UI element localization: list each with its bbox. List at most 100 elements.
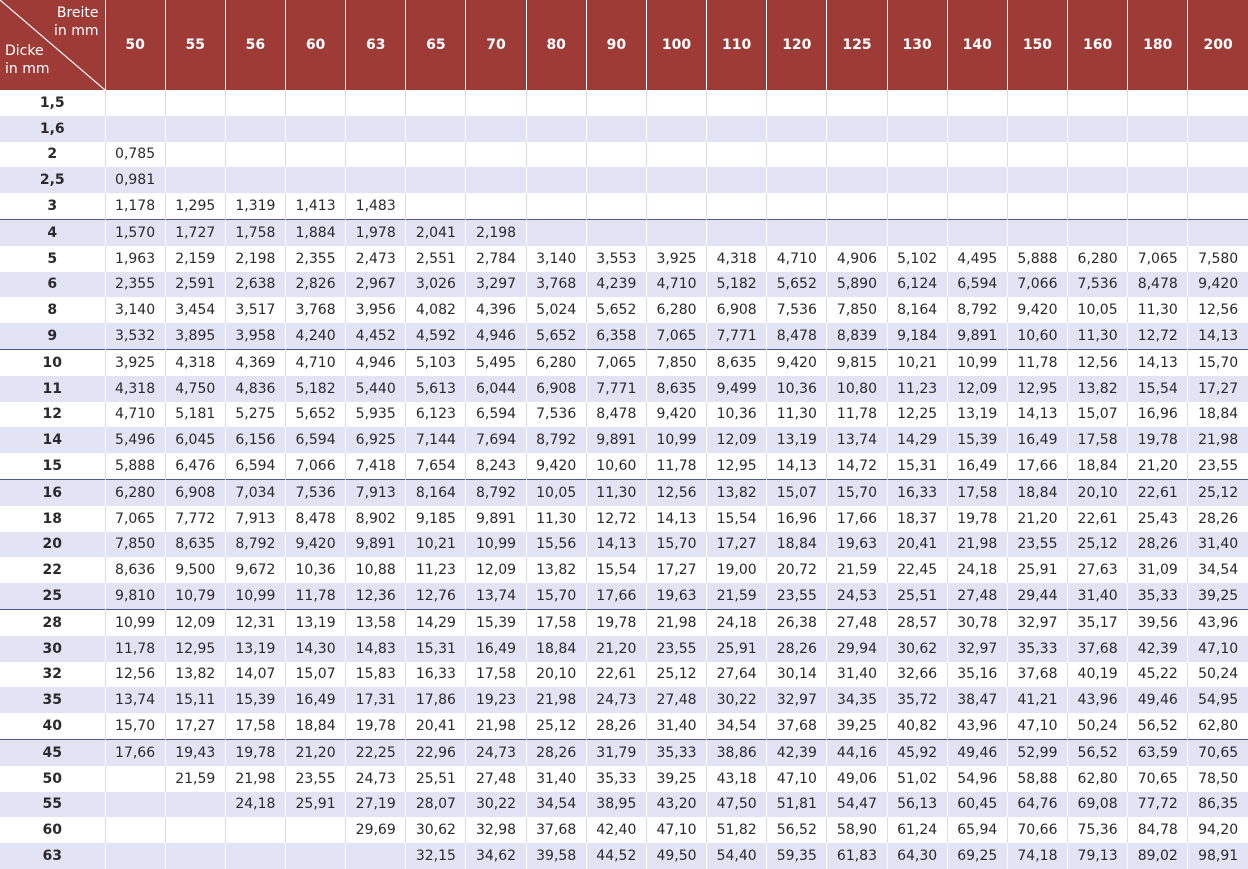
weight-cell: 1,884 — [284, 218, 346, 246]
weight-cell — [645, 218, 707, 246]
weight-cell: 69,25 — [946, 843, 1008, 869]
weight-cell: 44,52 — [585, 843, 647, 869]
weight-cell: 3,140 — [104, 297, 166, 324]
weight-cell: 7,065 — [645, 323, 707, 350]
table-row: 2 0,785 — [0, 141, 1248, 168]
weight-cell: 1,727 — [164, 218, 226, 246]
weight-cell — [405, 115, 466, 142]
weight-cell — [224, 115, 286, 142]
weight-cell: 10,36 — [766, 375, 827, 402]
weight-cell: 18,84 — [525, 635, 587, 662]
weight-cell: 21,59 — [826, 557, 888, 584]
weight-cell: 8,635 — [164, 531, 226, 558]
weight-cell: 6,044 — [465, 375, 527, 402]
column-header-width: 130 — [886, 0, 948, 90]
weight-cell — [525, 193, 587, 220]
weight-cell — [946, 167, 1008, 194]
weight-cell: 6,280 — [645, 297, 707, 324]
weight-cell: 45,22 — [1127, 661, 1188, 688]
weight-cell: 17,58 — [465, 661, 527, 688]
weight-cell: 39,25 — [645, 765, 707, 792]
weight-cell: 7,913 — [224, 505, 286, 532]
weight-cell: 6,908 — [164, 478, 226, 506]
weight-cell: 78,50 — [1187, 765, 1248, 792]
weight-cell: 12,56 — [645, 478, 707, 506]
weight-cell — [405, 193, 466, 220]
weight-cell: 11,30 — [1067, 323, 1128, 350]
weight-cell: 14,13 — [1187, 323, 1248, 350]
weight-cell: 12,09 — [946, 375, 1008, 402]
weight-cell — [886, 90, 948, 116]
weight-cell: 86,35 — [1187, 791, 1248, 818]
weight-cell — [886, 193, 948, 220]
column-header-width: 125 — [826, 0, 888, 90]
weight-cell — [465, 141, 527, 168]
weight-cell: 21,98 — [1187, 427, 1248, 454]
weight-cell: 3,140 — [525, 245, 587, 272]
weight-cell: 11,30 — [766, 401, 827, 428]
weight-cell: 18,37 — [886, 505, 948, 532]
weight-cell: 15,07 — [1067, 401, 1128, 428]
table-row: 40 15,70 17,27 17,58 18,84 19,78 20,41 21,98 25,… — [0, 713, 1248, 740]
weight-cell — [164, 817, 226, 844]
table-row: 35 13,74 15,11 15,39 16,49 17,31 17,86 19,23 21,… — [0, 687, 1248, 714]
weight-cell: 22,25 — [345, 738, 406, 766]
weight-cell — [946, 218, 1008, 246]
weight-cell: 17,27 — [164, 713, 226, 740]
weight-cell: 32,97 — [946, 635, 1008, 662]
table-row: 8 3,140 3,454 3,517 3,768 3,956 4,082 4,396 5,02… — [0, 297, 1248, 324]
weight-cell: 6,280 — [104, 478, 166, 506]
weight-cell: 1,963 — [104, 245, 166, 272]
weight-cell: 27,63 — [1067, 557, 1128, 584]
weight-cell: 9,185 — [405, 505, 466, 532]
weight-cell: 2,551 — [405, 245, 466, 272]
weight-cell: 21,20 — [284, 738, 346, 766]
weight-cell — [766, 115, 827, 142]
column-header-width: 60 — [284, 0, 346, 90]
weight-cell: 70,65 — [1127, 765, 1188, 792]
weight-cell: 13,82 — [164, 661, 226, 688]
weight-cell — [706, 167, 767, 194]
weight-cell: 10,05 — [1067, 297, 1128, 324]
weight-cell: 9,500 — [164, 557, 226, 584]
weight-cell — [405, 141, 466, 168]
weight-cell: 4,592 — [405, 323, 466, 350]
weight-table: Breite in mm Dicke in mm 50 55 56 60 63 65 70 8… — [0, 0, 1248, 869]
weight-cell: 11,78 — [645, 453, 707, 480]
weight-cell — [104, 765, 166, 792]
table-header-row: Breite in mm Dicke in mm 50 55 56 60 63 65 70 8… — [0, 0, 1248, 90]
weight-cell — [465, 115, 527, 142]
weight-cell: 37,68 — [766, 713, 827, 740]
weight-cell: 12,76 — [405, 583, 466, 610]
weight-cell: 39,25 — [826, 713, 888, 740]
weight-cell: 1,483 — [345, 193, 406, 220]
weight-cell: 24,53 — [826, 583, 888, 610]
weight-cell: 12,25 — [886, 401, 948, 428]
column-header-width: 65 — [405, 0, 466, 90]
weight-cell: 28,26 — [766, 635, 827, 662]
weight-cell: 38,95 — [585, 791, 647, 818]
weight-cell: 37,68 — [1067, 635, 1128, 662]
weight-cell — [766, 193, 827, 220]
weight-cell: 15,54 — [585, 557, 647, 584]
weight-cell: 10,60 — [1006, 323, 1068, 350]
weight-cell: 7,065 — [104, 505, 166, 532]
weight-cell: 17,66 — [826, 505, 888, 532]
weight-cell — [1127, 115, 1188, 142]
weight-cell: 11,23 — [886, 375, 948, 402]
weight-cell: 79,13 — [1067, 843, 1128, 869]
weight-cell: 9,810 — [104, 583, 166, 610]
weight-cell: 10,99 — [645, 427, 707, 454]
weight-cell: 5,181 — [164, 401, 226, 428]
weight-cell — [1127, 90, 1188, 116]
weight-cell: 9,891 — [585, 427, 647, 454]
weight-cell — [1127, 167, 1188, 194]
weight-cell: 14,29 — [886, 427, 948, 454]
weight-cell — [284, 817, 346, 844]
weight-cell: 7,850 — [645, 348, 707, 376]
weight-cell: 5,275 — [224, 401, 286, 428]
weight-cell: 9,891 — [465, 505, 527, 532]
weight-cell: 6,594 — [465, 401, 527, 428]
table-row: 4 1,570 1,727 1,758 1,884 1,978 2,041 2,198 — [0, 218, 1248, 246]
weight-cell — [946, 141, 1008, 168]
